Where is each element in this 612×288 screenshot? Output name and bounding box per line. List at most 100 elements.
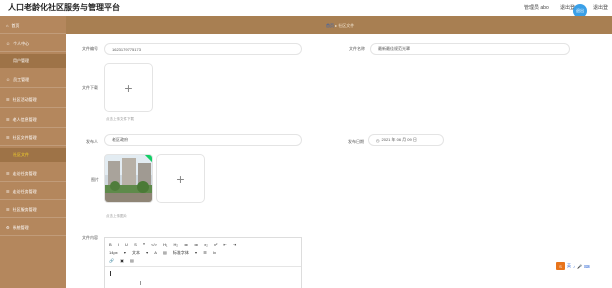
sidebar-item-profile[interactable]: ☺ 个人中心: [0, 36, 66, 52]
sidebar-item-label: 员工管理: [13, 76, 30, 82]
music-icon[interactable]: ♪: [573, 264, 575, 269]
ordered-list-button[interactable]: ≔: [184, 242, 188, 247]
user-icon: ☺: [6, 41, 11, 46]
rich-text-editor[interactable]: B I U S ❝ </> H₁ H₂ ≔ ≔ x₂ x² ⇤ ⇥ 14px ▾…: [104, 237, 302, 288]
image-upload-hint: 点击上传图片: [106, 214, 127, 218]
sidebar-item-label: 社区文件管理: [12, 134, 37, 140]
outdent-button[interactable]: ⇤: [223, 242, 226, 247]
sidebar-item-label: 用户管理: [13, 58, 29, 63]
link-icon[interactable]: 🔗: [109, 258, 114, 263]
sidebar-item-label: 首页: [11, 22, 20, 28]
menu-icon: ☰: [6, 135, 10, 140]
publish-date-picker[interactable]: ◷ 2021 年 06 月 09 日: [368, 134, 444, 146]
file-no-label: 文件编号: [82, 46, 98, 51]
font-color-button[interactable]: A: [154, 250, 157, 255]
image-icon[interactable]: ▣: [120, 258, 124, 263]
ime-logo-icon: S: [556, 262, 565, 270]
breadcrumb-bar: 首页 ▸ 社区文件: [0, 16, 612, 34]
file-download-label: 文件下载: [82, 85, 98, 90]
strike-button[interactable]: S: [134, 242, 137, 247]
sidebar-item-label: 走访任务管理: [12, 188, 37, 194]
bullet-list-button[interactable]: ≔: [194, 242, 198, 247]
publish-date-label: 发布日期: [348, 139, 364, 144]
building-photo: [105, 155, 152, 202]
h1-button[interactable]: H₁: [163, 242, 167, 247]
font-family-select[interactable]: 标准字体: [173, 250, 189, 255]
background-color-button[interactable]: ▤: [163, 250, 167, 255]
sidebar-item-label: 社区活动管理: [12, 96, 37, 102]
menu-icon: ☰: [6, 207, 10, 212]
plus-icon: +: [176, 170, 185, 187]
sidebar-item-activities[interactable]: ☰ 社区活动管理: [0, 92, 66, 108]
editor-divider: [105, 266, 301, 267]
breadcrumb-home[interactable]: 首页: [326, 23, 334, 28]
content-label: 文件内容: [82, 235, 98, 240]
underline-button[interactable]: U: [125, 242, 128, 247]
chevron-down-icon[interactable]: ▾: [124, 250, 126, 255]
sidebar-item-staff[interactable]: ☺ 员工管理: [0, 72, 66, 88]
app-title: 人口老龄化社区服务与管理平台: [8, 3, 120, 12]
quote-button[interactable]: ❝: [143, 242, 145, 247]
clear-format-button[interactable]: Ix: [213, 250, 216, 255]
editor-toolbar-row-1: B I U S ❝ </> H₁ H₂ ≔ ≔ x₂ x² ⇤ ⇥: [109, 242, 241, 247]
microphone-icon[interactable]: 🎤: [577, 264, 582, 269]
menu-icon: ☰: [6, 117, 10, 122]
publish-date-value: 2021 年 06 月 09 日: [381, 137, 417, 142]
calendar-icon: ◷: [376, 137, 380, 143]
sidebar-item-label: 个人中心: [13, 40, 30, 46]
sidebar-subitem-community-files[interactable]: 社区文件: [0, 148, 66, 162]
file-name-label: 文件名称: [349, 46, 365, 51]
file-name-input[interactable]: 最新最佳规范光罩: [370, 43, 570, 55]
code-button[interactable]: </>: [151, 242, 157, 247]
indent-button[interactable]: ⇥: [233, 242, 236, 247]
breadcrumb-separator: ▸: [335, 23, 338, 28]
publisher-label: 发布人: [86, 139, 98, 144]
align-button[interactable]: ☰: [203, 250, 207, 255]
top-header: 人口老龄化社区服务与管理平台 管理员 abo 退出登 退出 退出登: [0, 0, 612, 18]
file-upload-button[interactable]: +: [104, 63, 153, 112]
lang-icon[interactable]: 英: [567, 263, 571, 269]
sidebar: ⌂ 首页 ☺ 个人中心 用户管理 ☺ 员工管理 ☰ 社区活动管理 ☰ 老人信息管理 ☰ 社区…: [0, 16, 66, 288]
video-icon[interactable]: ▤: [130, 258, 134, 263]
italic-button[interactable]: I: [118, 242, 119, 247]
admin-label: 管理员 abo: [524, 5, 549, 11]
plus-icon: +: [124, 79, 133, 96]
superscript-button[interactable]: x²: [214, 242, 217, 247]
sidebar-item-system[interactable]: ⚙ 系统管理: [0, 220, 66, 236]
uploaded-image-thumbnail[interactable]: [104, 154, 153, 203]
editor-toolbar-row-3: 🔗 ▣ ▤: [109, 258, 139, 263]
menu-icon: ☰: [6, 171, 10, 176]
sidebar-item-label: 社区文件: [13, 152, 29, 157]
breadcrumb-current: 社区文件: [338, 23, 355, 28]
staff-icon: ☺: [6, 77, 11, 82]
sidebar-item-services[interactable]: ☰ 社区服务管理: [0, 202, 66, 218]
menu-icon: ☰: [6, 97, 10, 102]
sidebar-item-visits-2[interactable]: ☰ 走访任务管理: [0, 184, 66, 200]
bold-button[interactable]: B: [109, 242, 112, 247]
sidebar-item-visits[interactable]: ☰ 走访任务管理: [0, 166, 66, 182]
home-icon: ⌂: [6, 23, 9, 28]
sidebar-item-elderly[interactable]: ☰ 老人信息管理: [0, 112, 66, 128]
chevron-down-icon[interactable]: ▾: [195, 250, 197, 255]
font-size-select[interactable]: 14px: [109, 250, 118, 255]
file-no-input[interactable]: 1623179775173: [104, 43, 302, 55]
sidebar-subitem-users[interactable]: 用户管理: [0, 54, 66, 68]
keyboard-icon[interactable]: ⌨: [584, 264, 590, 269]
editor-toolbar-row-2: 14px ▾ 文本 ▾ A ▤ 标准字体 ▾ ☰ Ix: [109, 250, 221, 256]
publisher-input[interactable]: 老区政府: [104, 134, 302, 146]
image-label: 图片: [91, 177, 99, 182]
image-upload-button[interactable]: +: [156, 154, 205, 203]
text-style-select[interactable]: 文本: [132, 250, 140, 255]
subscript-button[interactable]: x₂: [204, 242, 208, 247]
sidebar-item-files[interactable]: ☰ 社区文件管理: [0, 130, 66, 146]
sidebar-item-label: 社区服务管理: [12, 206, 37, 212]
menu-icon: ☰: [6, 189, 10, 194]
logout-link-2[interactable]: 退出登: [593, 4, 608, 11]
h2-button[interactable]: H₂: [173, 242, 177, 247]
sidebar-item-label: 系统管理: [12, 224, 29, 230]
input-method-tray[interactable]: S 英 ♪ 🎤 ⌨: [556, 261, 590, 271]
sidebar-item-home[interactable]: ⌂ 首页: [0, 18, 66, 34]
chevron-down-icon[interactable]: ▾: [146, 250, 148, 255]
file-upload-hint: 点击上传文件下载: [106, 117, 134, 121]
sidebar-item-label: 走访任务管理: [12, 170, 37, 176]
